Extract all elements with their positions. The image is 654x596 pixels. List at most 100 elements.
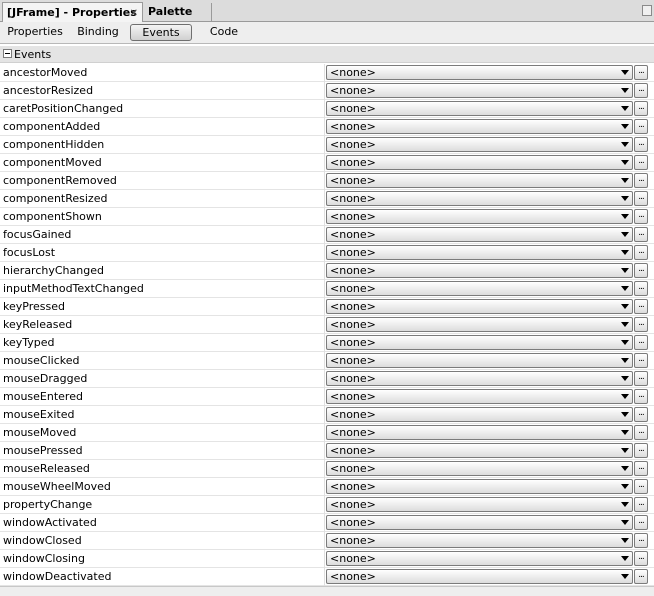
event-handler-dropdown[interactable]: <none>	[326, 335, 633, 350]
column-divider	[324, 550, 325, 568]
ellipsis-button[interactable]: ...	[634, 119, 648, 134]
collapse-icon[interactable]	[3, 49, 12, 58]
chevron-down-icon	[621, 448, 629, 453]
event-handler-dropdown[interactable]: <none>	[326, 263, 633, 278]
ellipsis-button[interactable]: ...	[634, 137, 648, 152]
table-row: componentShown <none>...	[0, 208, 654, 226]
chevron-down-icon	[621, 304, 629, 309]
ellipsis-button[interactable]: ...	[634, 65, 648, 80]
event-handler-value: <none>	[330, 318, 376, 331]
event-handler-value: <none>	[330, 120, 376, 133]
ellipsis-button[interactable]: ...	[634, 461, 648, 476]
ellipsis-button[interactable]: ...	[634, 245, 648, 260]
table-row: windowDeactivated <none>...	[0, 568, 654, 586]
event-name: mouseReleased	[3, 462, 90, 475]
ellipsis-button[interactable]: ...	[634, 299, 648, 314]
ellipsis-button[interactable]: ...	[634, 227, 648, 242]
ellipsis-button[interactable]: ...	[634, 533, 648, 548]
event-handler-value: <none>	[330, 192, 376, 205]
ellipsis-button[interactable]: ...	[634, 551, 648, 566]
event-handler-dropdown[interactable]: <none>	[326, 353, 633, 368]
event-handler-dropdown[interactable]: <none>	[326, 425, 633, 440]
ellipsis-button[interactable]: ...	[634, 83, 648, 98]
events-button[interactable]: Events	[130, 24, 192, 41]
ellipsis-button[interactable]: ...	[634, 497, 648, 512]
event-handler-dropdown[interactable]: <none>	[326, 461, 633, 476]
event-handler-dropdown[interactable]: <none>	[326, 515, 633, 530]
column-divider	[324, 442, 325, 460]
event-handler-dropdown[interactable]: <none>	[326, 173, 633, 188]
event-handler-value: <none>	[330, 390, 376, 403]
event-handler-value: <none>	[330, 534, 376, 547]
ellipsis-button[interactable]: ...	[634, 515, 648, 530]
event-handler-dropdown[interactable]: <none>	[326, 371, 633, 386]
event-handler-dropdown[interactable]: <none>	[326, 407, 633, 422]
ellipsis-button[interactable]: ...	[634, 263, 648, 278]
event-handler-dropdown[interactable]: <none>	[326, 155, 633, 170]
event-handler-dropdown[interactable]: <none>	[326, 245, 633, 260]
tab-palette[interactable]: Palette	[144, 2, 210, 22]
column-divider	[324, 100, 325, 118]
events-category-header[interactable]: Events	[0, 46, 654, 63]
properties-button[interactable]: Properties	[4, 24, 66, 41]
ellipsis-button[interactable]: ...	[634, 155, 648, 170]
chevron-down-icon	[621, 70, 629, 75]
event-handler-dropdown[interactable]: <none>	[326, 119, 633, 134]
event-handler-value: <none>	[330, 264, 376, 277]
event-name: ancestorMoved	[3, 66, 88, 79]
ellipsis-button[interactable]: ...	[634, 479, 648, 494]
event-handler-dropdown[interactable]: <none>	[326, 281, 633, 296]
tab-palette-label: Palette	[148, 5, 193, 18]
column-divider	[324, 226, 325, 244]
code-button[interactable]: Code	[196, 24, 252, 41]
ellipsis-button[interactable]: ...	[634, 173, 648, 188]
event-name: keyPressed	[3, 300, 65, 313]
ellipsis-button[interactable]: ...	[634, 191, 648, 206]
binding-button[interactable]: Binding	[70, 24, 126, 41]
event-handler-value: <none>	[330, 354, 376, 367]
event-name: windowClosed	[3, 534, 82, 547]
chevron-down-icon	[621, 520, 629, 525]
column-divider	[324, 244, 325, 262]
ellipsis-button[interactable]: ...	[634, 425, 648, 440]
event-handler-dropdown[interactable]: <none>	[326, 497, 633, 512]
event-handler-dropdown[interactable]: <none>	[326, 209, 633, 224]
chevron-down-icon	[621, 394, 629, 399]
chevron-down-icon	[621, 322, 629, 327]
event-name: componentMoved	[3, 156, 102, 169]
ellipsis-button[interactable]: ...	[634, 101, 648, 116]
event-handler-dropdown[interactable]: <none>	[326, 299, 633, 314]
event-name: mouseMoved	[3, 426, 77, 439]
tab-properties[interactable]: [JFrame] - Properties ✕	[2, 2, 143, 22]
event-handler-dropdown[interactable]: <none>	[326, 479, 633, 494]
event-name: caretPositionChanged	[3, 102, 124, 115]
ellipsis-button[interactable]: ...	[634, 389, 648, 404]
event-handler-dropdown[interactable]: <none>	[326, 191, 633, 206]
event-handler-dropdown[interactable]: <none>	[326, 137, 633, 152]
ellipsis-button[interactable]: ...	[634, 281, 648, 296]
event-handler-dropdown[interactable]: <none>	[326, 443, 633, 458]
event-handler-dropdown[interactable]: <none>	[326, 227, 633, 242]
event-handler-dropdown[interactable]: <none>	[326, 83, 633, 98]
ellipsis-button[interactable]: ...	[634, 371, 648, 386]
event-handler-value: <none>	[330, 300, 376, 313]
ellipsis-button[interactable]: ...	[634, 317, 648, 332]
event-handler-dropdown[interactable]: <none>	[326, 317, 633, 332]
close-icon[interactable]: ✕	[130, 4, 138, 23]
ellipsis-button[interactable]: ...	[634, 353, 648, 368]
event-handler-dropdown[interactable]: <none>	[326, 101, 633, 116]
ellipsis-button[interactable]: ...	[634, 443, 648, 458]
event-handler-dropdown[interactable]: <none>	[326, 389, 633, 404]
chevron-down-icon	[621, 232, 629, 237]
ellipsis-button[interactable]: ...	[634, 335, 648, 350]
ellipsis-button[interactable]: ...	[634, 407, 648, 422]
window-restore-icon[interactable]	[642, 5, 652, 16]
ellipsis-button[interactable]: ...	[634, 209, 648, 224]
event-handler-value: <none>	[330, 426, 376, 439]
event-handler-dropdown[interactable]: <none>	[326, 533, 633, 548]
event-handler-dropdown[interactable]: <none>	[326, 65, 633, 80]
event-handler-dropdown[interactable]: <none>	[326, 569, 633, 584]
ellipsis-button[interactable]: ...	[634, 569, 648, 584]
event-handler-dropdown[interactable]: <none>	[326, 551, 633, 566]
event-handler-value: <none>	[330, 66, 376, 79]
